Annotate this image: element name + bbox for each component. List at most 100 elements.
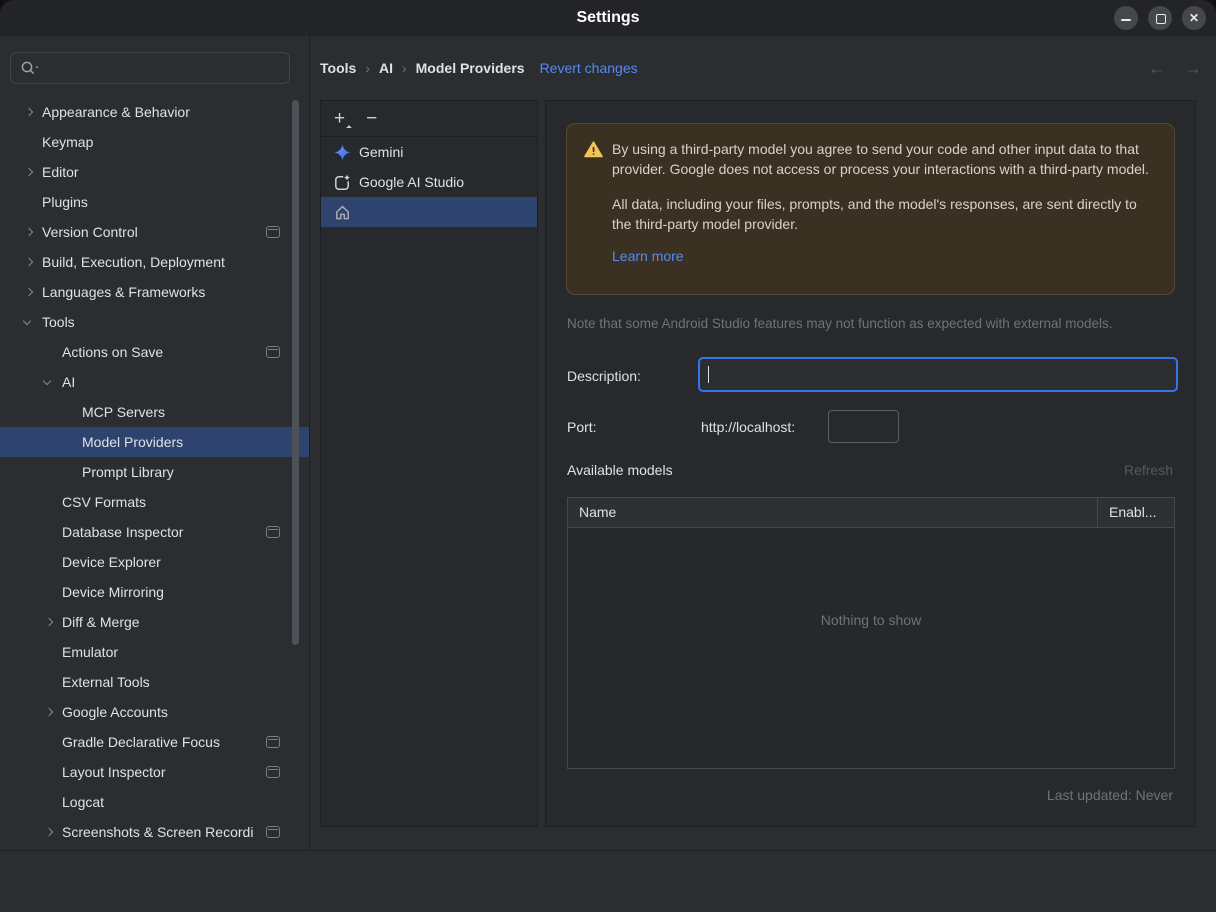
sidebar-item-label: Editor (42, 164, 79, 180)
sidebar-scrollbar[interactable] (292, 100, 299, 645)
home-icon (333, 203, 351, 221)
sidebar-item-version-control[interactable]: Version Control (0, 217, 309, 247)
titlebar[interactable]: Settings (0, 0, 1216, 36)
sidebar-item-label: Device Mirroring (62, 584, 164, 600)
sidebar-item-prompt-library[interactable]: Prompt Library (0, 457, 309, 487)
sidebar-item-label: MCP Servers (82, 404, 165, 420)
sidebar-item-external-tools[interactable]: External Tools (0, 667, 309, 697)
column-header-name: Name (579, 504, 617, 520)
sidebar-item-label: Layout Inspector (62, 764, 166, 780)
table-header: Name Enabl... (568, 498, 1174, 528)
description-field[interactable] (698, 357, 1178, 392)
window-title: Settings (576, 9, 640, 26)
breadcrumb-item-model-providers[interactable]: Model Providers (416, 60, 525, 76)
available-models-table: Name Enabl... Nothing to show (567, 497, 1175, 769)
close-button[interactable] (1182, 6, 1206, 30)
sidebar-item-tools[interactable]: Tools (0, 307, 309, 337)
sidebar-item-device-mirroring[interactable]: Device Mirroring (0, 577, 309, 607)
provider-item-new[interactable] (321, 197, 537, 227)
sidebar-item-label: Model Providers (82, 434, 184, 450)
sidebar-item-label: AI (62, 374, 76, 390)
chevron-right-icon[interactable] (24, 227, 42, 237)
sidebar-item-build-execution-deployment[interactable]: Build, Execution, Deployment (0, 247, 309, 277)
settings-sidebar: Appearance & Behavior Keymap Editor Plugins… (0, 36, 310, 850)
sidebar-item-emulator[interactable]: Emulator (0, 637, 309, 667)
sidebar-item-model-providers[interactable]: Model Providers (0, 427, 309, 457)
refresh-button[interactable]: Refresh (1124, 462, 1173, 478)
sidebar-item-actions-on-save[interactable]: Actions on Save (0, 337, 309, 367)
chevron-right-icon[interactable] (24, 167, 42, 177)
learn-more-link[interactable]: Learn more (612, 246, 684, 266)
localhost-prefix: http://localhost: (701, 419, 796, 435)
warning-text: By using a third-party model you agree t… (612, 139, 1160, 266)
plus-icon: + (334, 108, 346, 129)
gemini-icon (333, 143, 351, 161)
sidebar-item-label: Version Control (42, 224, 138, 240)
remove-provider-button[interactable]: − (366, 109, 377, 128)
breadcrumb-separator: › (401, 60, 407, 76)
sidebar-item-keymap[interactable]: Keymap (0, 127, 309, 157)
chevron-down-icon[interactable] (42, 376, 62, 385)
sidebar-item-layout-inspector[interactable]: Layout Inspector (0, 757, 309, 787)
providers-panel: + − Gemini Google AI Studio (320, 100, 538, 827)
sidebar-item-logcat[interactable]: Logcat (0, 787, 309, 817)
table-empty-state: Nothing to show (820, 612, 922, 628)
sidebar-item-languages-frameworks[interactable]: Languages & Frameworks (0, 277, 309, 307)
breadcrumb-item-tools[interactable]: Tools (320, 60, 356, 76)
chevron-right-icon[interactable] (44, 707, 62, 717)
sidebar-item-appearance-behavior[interactable]: Appearance & Behavior (0, 97, 309, 127)
sidebar-item-label: Google Accounts (62, 704, 168, 720)
external-models-note: Note that some Android Studio features m… (567, 316, 1113, 331)
main-header: Tools › AI › Model Providers Revert changes ←… (311, 36, 1216, 100)
sidebar-item-label: Emulator (62, 644, 119, 660)
sidebar-item-diff-merge[interactable]: Diff & Merge (0, 607, 309, 637)
sidebar-item-csv-formats[interactable]: CSV Formats (0, 487, 309, 517)
chevron-down-icon[interactable] (22, 316, 42, 325)
provider-detail-panel: By using a third-party model you agree t… (545, 100, 1196, 827)
sidebar-item-gradle-declarative-focus[interactable]: Gradle Declarative Focus (0, 727, 309, 757)
breadcrumb-item-ai[interactable]: AI (379, 60, 393, 76)
chevron-right-icon[interactable] (24, 257, 42, 267)
minimize-button[interactable] (1114, 6, 1138, 30)
add-provider-button[interactable]: + (334, 108, 352, 131)
sidebar-item-label: Plugins (42, 194, 88, 210)
sidebar-item-label: Device Explorer (62, 554, 161, 570)
sidebar-item-google-accounts[interactable]: Google Accounts (0, 697, 309, 727)
sidebar-item-label: Tools (42, 314, 75, 330)
breadcrumb: Tools › AI › Model Providers Revert changes (320, 36, 638, 100)
provider-item-google-ai-studio[interactable]: Google AI Studio (321, 167, 537, 197)
sidebar-item-label: Prompt Library (82, 464, 174, 480)
providers-list: Gemini Google AI Studio (321, 137, 537, 227)
sidebar-item-label: Logcat (62, 794, 105, 810)
port-label: Port: (567, 419, 597, 435)
provider-item-gemini[interactable]: Gemini (321, 137, 537, 167)
window-controls (1114, 6, 1206, 30)
chevron-right-icon[interactable] (44, 827, 62, 837)
revert-changes-link[interactable]: Revert changes (540, 60, 638, 76)
sidebar-item-ai[interactable]: AI (0, 367, 309, 397)
sidebar-item-screenshots-screen-recordi[interactable]: Screenshots & Screen Recordi (0, 817, 309, 847)
chevron-right-icon[interactable] (44, 617, 62, 627)
sidebar-item-database-inspector[interactable]: Database Inspector (0, 517, 309, 547)
per-project-indicator-icon (266, 766, 280, 778)
minus-icon: − (366, 108, 378, 129)
forward-icon[interactable]: → (1184, 58, 1202, 79)
sidebar-item-device-explorer[interactable]: Device Explorer (0, 547, 309, 577)
search-input[interactable] (10, 52, 290, 84)
maximize-button[interactable] (1148, 6, 1172, 30)
chevron-right-icon[interactable] (24, 107, 42, 117)
settings-window: Settings Appearance & Behavior Keymap Edit… (0, 0, 1216, 912)
chevron-right-icon[interactable] (24, 287, 42, 297)
port-field[interactable] (828, 410, 899, 443)
ai-studio-icon (333, 173, 351, 191)
back-icon[interactable]: ← (1148, 58, 1166, 79)
dialog-footer: ? Project-level settings will be applied… (0, 850, 1216, 912)
sidebar-item-label: Build, Execution, Deployment (42, 254, 225, 270)
per-project-indicator-icon (266, 526, 280, 538)
sidebar-item-label: Gradle Declarative Focus (62, 734, 220, 750)
providers-toolbar: + − (321, 101, 537, 137)
sidebar-item-editor[interactable]: Editor (0, 157, 309, 187)
sidebar-item-plugins[interactable]: Plugins (0, 187, 309, 217)
warning-paragraph-2: All data, including your files, prompts,… (612, 195, 1137, 232)
sidebar-item-mcp-servers[interactable]: MCP Servers (0, 397, 309, 427)
